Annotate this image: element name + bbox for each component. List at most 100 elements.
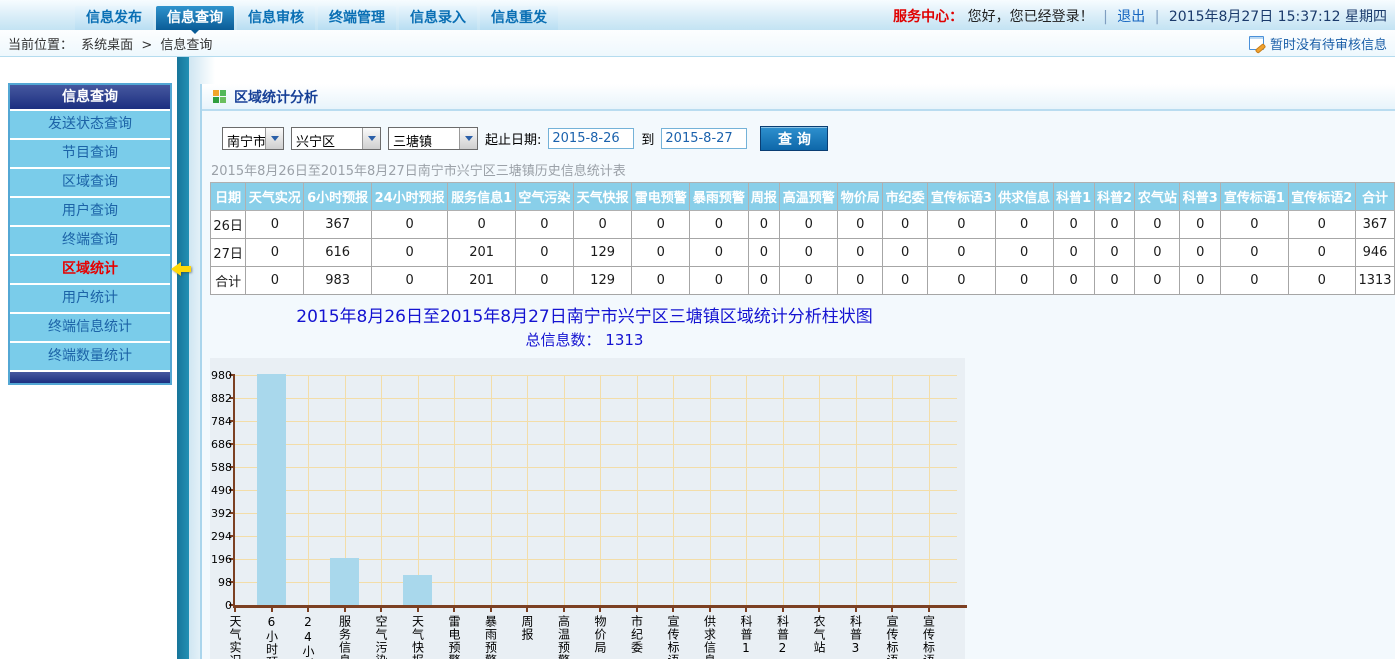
table-body: 26日036700000000000000000036727日061602010… — [211, 211, 1395, 295]
x-axis-tick — [417, 608, 419, 612]
sidebar-item-terminal-info-stats[interactable]: 终端信息统计 — [10, 312, 170, 341]
grid-line-horizontal — [235, 467, 957, 468]
table-cell: 0 — [1053, 211, 1094, 239]
district-select[interactable]: 兴宁区 — [291, 127, 381, 150]
table-cell: 0 — [632, 267, 690, 295]
x-axis-tick — [234, 608, 236, 612]
column-header: 宣传标语1 — [1221, 183, 1288, 211]
table-cell: 0 — [515, 267, 573, 295]
x-axis-category-label: 科普3 — [848, 615, 863, 656]
sidebar-items: 发送状态查询节目查询区域查询用户查询终端查询区域统计用户统计终端信息统计终端数量… — [10, 109, 170, 370]
bar-5 — [403, 575, 432, 605]
grid-line-vertical — [600, 375, 601, 605]
table-cell: 0 — [995, 211, 1053, 239]
sidebar-item-user-stats[interactable]: 用户统计 — [10, 283, 170, 312]
table-cell: 0 — [246, 211, 304, 239]
sidebar-item-user-query[interactable]: 用户查询 — [10, 196, 170, 225]
city-select[interactable]: 南宁市 — [222, 127, 284, 150]
chart-subtitle: 总信息数： 1313 — [210, 329, 959, 350]
x-axis-tick — [636, 608, 638, 612]
service-center-label: 服务中心： — [893, 9, 963, 25]
table-cell: 616 — [304, 239, 371, 267]
separator: | — [1103, 9, 1108, 25]
bar-1 — [257, 374, 286, 605]
table-cell: 0 — [1053, 267, 1094, 295]
table-cell: 0 — [883, 267, 928, 295]
y-axis-tick-label: 490 — [210, 484, 232, 497]
column-header: 科普2 — [1094, 183, 1135, 211]
table-cell: 0 — [748, 267, 780, 295]
table-cell: 129 — [574, 267, 632, 295]
table-cell: 0 — [748, 211, 780, 239]
sidebar-item-send-status-query[interactable]: 发送状态查询 — [10, 109, 170, 138]
breadcrumb-path[interactable]: 系统桌面 — [81, 38, 133, 53]
tab-info-publish[interactable]: 信息发布 — [75, 6, 153, 30]
tab-info-query[interactable]: 信息查询 — [156, 6, 234, 30]
column-header: 物价局 — [838, 183, 883, 211]
table-cell: 合计 — [211, 267, 246, 295]
x-axis-category-label: 天气快报 — [410, 615, 425, 659]
x-axis-tick — [271, 608, 273, 612]
grid-line-horizontal — [235, 444, 957, 445]
table-cell: 201 — [448, 239, 515, 267]
table-cell: 367 — [304, 211, 371, 239]
collapse-sidebar-arrow-icon[interactable] — [171, 262, 193, 276]
column-header: 天气快报 — [574, 183, 632, 211]
x-axis-tick — [745, 608, 747, 612]
tab-info-entry[interactable]: 信息录入 — [399, 6, 477, 30]
table-cell: 0 — [928, 267, 995, 295]
screen: 信息发布信息查询信息审核终端管理信息录入信息重发 服务中心： 您好，您已经登录！… — [0, 0, 1395, 659]
table-cell: 26日 — [211, 211, 246, 239]
chevron-down-icon — [362, 128, 380, 149]
table-cell: 0 — [1221, 211, 1288, 239]
table-cell: 1313 — [1355, 267, 1394, 295]
table-cell: 0 — [838, 211, 883, 239]
district-select-value: 兴宁区 — [292, 128, 362, 149]
table-cell: 0 — [1288, 267, 1355, 295]
x-axis-category-label: 24小时预报 — [300, 615, 315, 659]
x-axis-category-label: 雷电预警 — [446, 615, 461, 659]
table-cell: 0 — [1135, 211, 1180, 239]
table-header-row: 日期天气实况6小时预报24小时预报服务信息1空气污染天气快报雷电预警暴雨预警周报… — [211, 183, 1395, 211]
town-select[interactable]: 三塘镇 — [388, 127, 478, 150]
x-axis-category-label: 农气站 — [811, 615, 826, 654]
sidebar-item-region-stats[interactable]: 区域统计 — [10, 254, 170, 283]
tab-terminal-manage[interactable]: 终端管理 — [318, 6, 396, 30]
date-to-input[interactable] — [661, 128, 747, 149]
column-header: 空气污染 — [515, 183, 573, 211]
table-cell: 0 — [574, 211, 632, 239]
chevron-down-icon — [265, 128, 283, 149]
x-axis-tick — [307, 608, 309, 612]
date-from-input[interactable] — [548, 128, 634, 149]
query-button[interactable]: 查 询 — [760, 126, 828, 151]
breadcrumb-bar: 当前位置： 系统桌面 > 信息查询 暂时没有待审核信息 — [0, 30, 1395, 57]
y-axis — [233, 374, 235, 606]
column-header: 高温预警 — [780, 183, 838, 211]
note-pencil-icon — [1249, 36, 1265, 50]
grid-line-vertical — [454, 375, 455, 605]
x-axis-tick — [344, 608, 346, 612]
grid-line-vertical — [892, 375, 893, 605]
column-header: 雷电预警 — [632, 183, 690, 211]
column-header: 6小时预报 — [304, 183, 371, 211]
x-axis-category-label: 空气污染 — [373, 615, 388, 659]
table-cell: 0 — [883, 239, 928, 267]
chevron-down-icon — [459, 128, 477, 149]
tab-info-resend[interactable]: 信息重发 — [480, 6, 558, 30]
logout-link[interactable]: 退出 — [1117, 9, 1145, 25]
tab-info-audit[interactable]: 信息审核 — [237, 6, 315, 30]
grid-line-horizontal — [235, 375, 957, 376]
sidebar-item-region-query[interactable]: 区域查询 — [10, 167, 170, 196]
sidebar-item-program-query[interactable]: 节目查询 — [10, 138, 170, 167]
sidebar-item-terminal-count-stats[interactable]: 终端数量统计 — [10, 341, 170, 370]
table-cell: 0 — [838, 267, 883, 295]
table-cell: 0 — [1135, 239, 1180, 267]
table-cell: 0 — [690, 239, 748, 267]
table-cell: 0 — [928, 211, 995, 239]
sidebar-item-terminal-query[interactable]: 终端查询 — [10, 225, 170, 254]
column-header: 宣传标语2 — [1288, 183, 1355, 211]
grid-line-horizontal — [235, 513, 957, 514]
grid-line-vertical — [418, 375, 419, 605]
table-cell: 0 — [780, 239, 838, 267]
column-header: 农气站 — [1135, 183, 1180, 211]
